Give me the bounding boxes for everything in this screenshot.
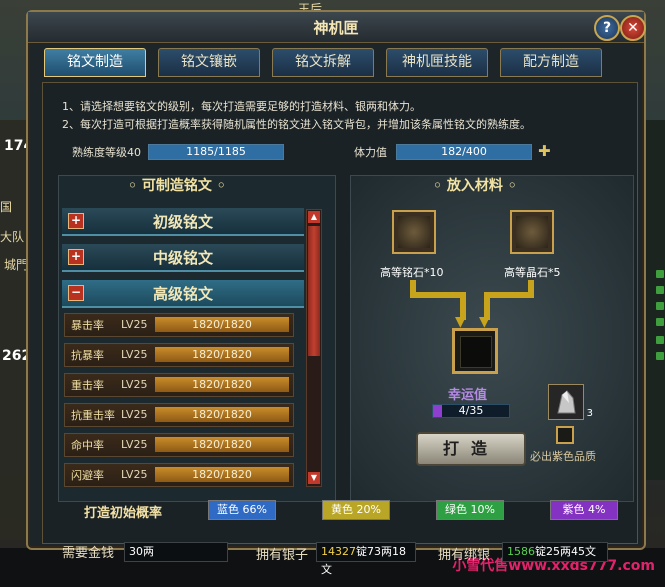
must-purple-checkbox[interactable] — [556, 426, 574, 444]
description-line-2: 2、每次打造可根据打造概率获得随机属性的铭文进入铭文背包，并增加该条属性铭文的熟… — [62, 118, 531, 131]
tab-inscription-dismantle[interactable]: 铭文拆解 — [272, 48, 374, 77]
item-name: 抗暴率 — [71, 349, 104, 362]
item-progress: 1820/1820 — [155, 317, 289, 332]
background-text-2: 大队 — [0, 230, 25, 244]
probability-yellow: 黄色 20% — [322, 500, 390, 520]
result-slot[interactable] — [452, 328, 498, 374]
item-name: 重击率 — [71, 379, 104, 392]
stamina-bar: 182/400 — [396, 144, 532, 160]
own-bound-silver-value: 1586锭25两45文 — [502, 542, 608, 562]
crystal-icon — [557, 390, 576, 414]
window-title: 神机匣 — [313, 19, 359, 37]
item-progress: 1820/1820 — [155, 347, 289, 362]
tab-shenjixia-skill[interactable]: 神机匣技能 — [386, 48, 488, 77]
item-name: 闪避率 — [71, 469, 104, 482]
item-name: 命中率 — [71, 439, 104, 452]
probability-blue: 蓝色 66% — [208, 500, 276, 520]
background-green-arrow — [656, 302, 664, 310]
scroll-up-icon[interactable]: ▲ — [308, 211, 320, 223]
background-text-1: 国 — [0, 200, 13, 214]
background-green-arrow — [656, 270, 664, 278]
item-level: LV25 — [121, 318, 148, 331]
shenjixia-window: 神机匣 ? ✕ 铭文制造 铭文镶嵌 铭文拆解 神机匣技能 配方制造 1、请选择想… — [26, 10, 646, 576]
inscription-item[interactable]: 抗重击率 LV25 1820/1820 — [64, 403, 294, 427]
material-label-2: 高等晶石*5 — [504, 266, 561, 279]
category-label: 中级铭文 — [152, 249, 213, 267]
probability-purple: 紫色 4% — [550, 500, 618, 520]
pipe-right-horizontal — [484, 292, 534, 298]
scroll-down-icon[interactable]: ▼ — [308, 472, 320, 484]
item-level: LV25 — [121, 468, 148, 481]
item-name: 暴击率 — [71, 319, 104, 332]
left-panel-title: ◦ 可制造铭文 ◦ — [128, 178, 226, 194]
item-progress: 1820/1820 — [155, 437, 289, 452]
must-purple-label: 必出紫色品质 — [530, 450, 596, 463]
scroll-thumb[interactable] — [308, 226, 320, 356]
required-money-value: 30两 — [124, 542, 228, 562]
close-button[interactable]: ✕ — [620, 15, 646, 41]
luck-label: 幸运值 — [448, 388, 488, 403]
category-high-inscription[interactable]: − 高级铭文 — [62, 280, 304, 308]
material-slot-1[interactable] — [392, 210, 436, 254]
tab-inscription-craft[interactable]: 铭文制造 — [44, 48, 146, 77]
tab-inscription-inlay[interactable]: 铭文镶嵌 — [158, 48, 260, 77]
item-level: LV25 — [121, 378, 148, 391]
own-silver-value: 14327锭73两18文 — [316, 542, 416, 576]
luck-value: 4/35 — [458, 404, 484, 417]
category-label: 高级铭文 — [152, 285, 213, 303]
inscription-item[interactable]: 命中率 LV25 1820/1820 — [64, 433, 294, 457]
material-slot-2[interactable] — [510, 210, 554, 254]
item-name: 抗重击率 — [71, 409, 115, 422]
item-level: LV25 — [121, 408, 148, 421]
inscription-stone-icon — [398, 216, 430, 248]
initial-probability-label: 打造初始概率 — [84, 506, 163, 521]
right-panel-title: ◦ 放入材料 ◦ — [433, 178, 517, 194]
background-green-arrow — [656, 336, 664, 344]
stamina-label: 体力值 — [354, 146, 387, 159]
pipe-left-horizontal — [410, 292, 466, 298]
proficiency-bar: 1185/1185 — [148, 144, 284, 160]
item-progress: 1820/1820 — [155, 377, 289, 392]
item-level: LV25 — [121, 348, 148, 361]
item-progress: 1820/1820 — [155, 407, 289, 422]
result-icon — [460, 336, 492, 368]
material-label-1: 高等铭石*10 — [380, 266, 444, 279]
required-money-label: 需要金钱 — [62, 546, 115, 561]
item-level: LV25 — [121, 438, 148, 451]
background-text-3: 城門 — [4, 258, 29, 272]
crystal-count: 3 — [586, 408, 593, 419]
proficiency-label: 熟练度等级40 — [72, 146, 141, 159]
background-green-arrow — [656, 318, 664, 326]
luck-bar: 4/35 — [432, 404, 510, 418]
background-left-panel — [0, 120, 28, 540]
background-green-arrow — [656, 352, 664, 360]
category-mid-inscription[interactable]: + 中级铭文 — [62, 244, 304, 272]
item-progress: 1820/1820 — [155, 467, 289, 482]
craft-button[interactable]: 打造 — [416, 432, 526, 466]
category-label: 初级铭文 — [152, 213, 213, 231]
description-line-1: 1、请选择想要铭文的级别，每次打造需要足够的打造材料、银两和体力。 — [62, 100, 421, 113]
background-green-arrow — [656, 286, 664, 294]
inscription-item[interactable]: 重击率 LV25 1820/1820 — [64, 373, 294, 397]
add-stamina-icon[interactable]: ✚ — [538, 142, 551, 160]
inscription-item[interactable]: 暴击率 LV25 1820/1820 — [64, 313, 294, 337]
own-silver-label: 拥有银子 — [256, 548, 309, 563]
probability-green: 绿色 10% — [436, 500, 504, 520]
category-basic-inscription[interactable]: + 初级铭文 — [62, 208, 304, 236]
title-bar: 神机匣 ? ✕ — [28, 12, 646, 43]
purple-crystal-item[interactable]: 3 — [548, 384, 593, 420]
help-button[interactable]: ? — [594, 15, 620, 41]
tab-recipe-craft[interactable]: 配方制造 — [500, 48, 602, 77]
inscription-item[interactable]: 抗暴率 LV25 1820/1820 — [64, 343, 294, 367]
own-bound-silver-label: 拥有绑银 — [438, 548, 491, 563]
list-scrollbar[interactable]: ▲ ▼ — [306, 209, 322, 487]
crystal-stone-icon — [516, 216, 548, 248]
inscription-item[interactable]: 闪避率 LV25 1820/1820 — [64, 463, 294, 487]
